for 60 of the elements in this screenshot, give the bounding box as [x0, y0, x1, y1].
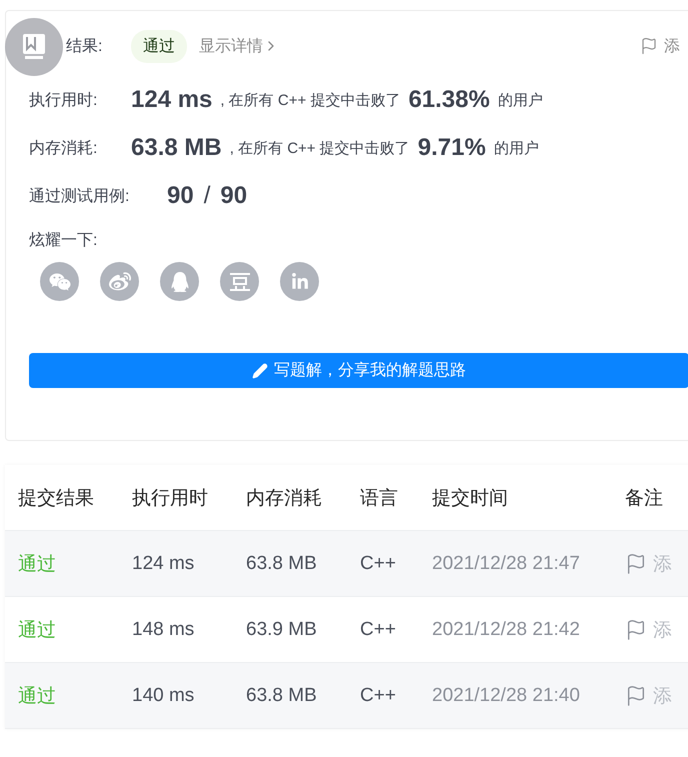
status-link[interactable]: 通过 — [18, 550, 132, 576]
write-solution-button[interactable]: 写题解，分享我的解题思路 — [29, 353, 688, 388]
qq-button[interactable] — [160, 262, 199, 301]
flag-icon — [625, 552, 647, 574]
details-link[interactable]: 显示详情 — [199, 36, 279, 56]
status-badge: 通过 — [131, 30, 187, 62]
table-cell-text: 63.9 MB — [246, 618, 318, 640]
stat-description: , 在所有 C++ 提交中击败了 — [220, 90, 400, 110]
column-header: 提交时间 — [432, 486, 509, 510]
stat-percent: 61.38% — [408, 86, 490, 114]
wechat-button[interactable] — [40, 262, 79, 301]
column-header: 提交结果 — [18, 486, 95, 510]
field-label: 执行用时: — [29, 90, 98, 110]
stat-suffix: 的用户 — [498, 90, 543, 110]
stat-percent: 9.71% — [418, 134, 486, 162]
passed-count: 90 — [167, 182, 194, 210]
count-separator: / — [204, 182, 210, 210]
table-cell-text: C++ — [360, 552, 397, 574]
table-cell-text: C++ — [360, 618, 397, 640]
table-cell-text: 2021/12/28 21:47 — [432, 552, 581, 574]
table-cell-text: 2021/12/28 21:40 — [432, 684, 581, 706]
status-link[interactable]: 通过 — [18, 682, 132, 708]
field-label: 通过测试用例: — [29, 186, 130, 206]
table-cell-text: 63.8 MB — [246, 684, 318, 706]
add-note-button[interactable]: 添 — [625, 550, 688, 576]
weibo-button[interactable] — [100, 262, 139, 301]
share-label: 炫耀一下: — [29, 230, 98, 250]
table-cell-text: 63.8 MB — [246, 552, 318, 574]
total-count: 90 — [220, 182, 248, 210]
linkedin-button[interactable] — [280, 262, 319, 301]
add-note-button[interactable]: 添 — [625, 682, 688, 708]
field-label: 内存消耗: — [29, 138, 98, 158]
field-label: 结果: — [66, 36, 104, 56]
table-cell-text: C++ — [360, 684, 397, 706]
qq-icon — [170, 272, 190, 292]
add-note-button[interactable]: 添 — [640, 36, 680, 56]
linkedin-icon — [290, 272, 308, 290]
table-cell-text: 2021/12/28 21:42 — [432, 618, 581, 640]
column-header: 内存消耗 — [246, 486, 323, 510]
douban-icon — [230, 272, 250, 290]
table-cell-text: 140 ms — [132, 684, 196, 706]
pencil-icon — [252, 362, 268, 378]
stat-value: 63.8 MB — [131, 134, 222, 162]
flag-icon — [625, 684, 647, 706]
column-header: 备注 — [625, 486, 664, 510]
table-cell-text: 148 ms — [132, 618, 196, 640]
bookmark-icon — [23, 34, 45, 60]
stat-suffix: 的用户 — [494, 138, 539, 158]
flag-icon — [640, 37, 658, 55]
weibo-icon — [108, 270, 130, 292]
status-link[interactable]: 通过 — [18, 616, 132, 642]
douban-button[interactable] — [220, 262, 259, 301]
add-note-button[interactable]: 添 — [625, 616, 688, 642]
stat-value: 124 ms — [131, 86, 212, 114]
stat-description: , 在所有 C++ 提交中击败了 — [230, 138, 410, 158]
column-header: 执行用时 — [132, 486, 209, 510]
column-header: 语言 — [360, 486, 399, 510]
flag-icon — [625, 618, 647, 640]
wechat-icon — [48, 270, 70, 292]
table-cell-text: 124 ms — [132, 552, 196, 574]
